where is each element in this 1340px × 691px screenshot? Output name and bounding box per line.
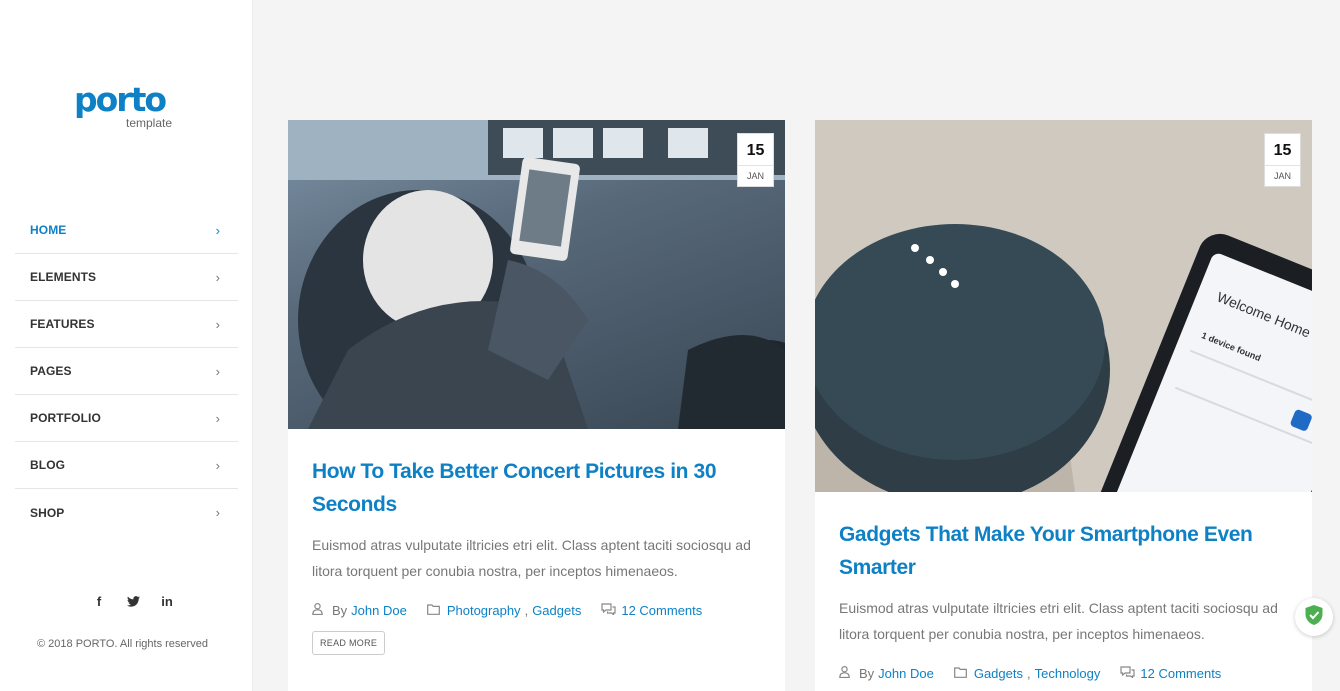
- post-meta: By John Doe Photography, Gadgets 12 Comm…: [312, 603, 761, 618]
- user-icon: [312, 603, 326, 618]
- category-separator: ,: [1026, 666, 1031, 681]
- author-link[interactable]: John Doe: [351, 603, 407, 618]
- nav-item-label: ELEMENTS: [30, 270, 97, 284]
- linkedin-icon[interactable]: in: [160, 592, 174, 610]
- nav-item-home[interactable]: HOME ›: [15, 207, 238, 254]
- blog-main: 15 JAN How To Take Better Concert Pictur…: [254, 0, 1340, 691]
- security-shield-button[interactable]: [1295, 598, 1333, 636]
- comments-icon: [601, 603, 616, 618]
- post-image-gadgets[interactable]: Welcome Home 1 device found 15 JAN: [815, 120, 1312, 492]
- comments-icon: [1120, 666, 1135, 681]
- date-month: JAN: [1265, 165, 1300, 186]
- post-excerpt: Euismod atras vulputate iltricies etri e…: [839, 600, 1278, 642]
- chevron-right-icon: ›: [215, 222, 220, 238]
- category-link[interactable]: Photography: [447, 603, 521, 618]
- nav-item-label: PORTFOLIO: [30, 411, 101, 425]
- folder-icon: [426, 603, 441, 618]
- nav-item-label: HOME: [30, 223, 67, 237]
- nav-item-shop[interactable]: SHOP ›: [15, 489, 238, 536]
- post-title[interactable]: Gadgets That Make Your Smartphone Even S…: [839, 518, 1288, 584]
- facebook-icon[interactable]: f: [92, 592, 106, 610]
- twitter-icon[interactable]: [126, 592, 140, 610]
- nav-item-portfolio[interactable]: PORTFOLIO ›: [15, 395, 238, 442]
- logo-subtitle: template: [126, 116, 173, 130]
- social-links: f in: [92, 592, 174, 610]
- nav-item-elements[interactable]: ELEMENTS ›: [15, 254, 238, 301]
- comments-link[interactable]: 12 Comments: [1140, 666, 1221, 681]
- comments-link[interactable]: 12 Comments: [621, 603, 702, 618]
- porto-logo[interactable]: porto template: [74, 80, 184, 132]
- post-meta: By John Doe Gadgets, Technology 12 Comme…: [839, 666, 1288, 681]
- nav-item-label: FEATURES: [30, 317, 95, 331]
- nav-item-label: PAGES: [30, 364, 72, 378]
- post-title[interactable]: How To Take Better Concert Pictures in 3…: [312, 455, 761, 521]
- date-day: 15: [746, 142, 765, 159]
- post-card: Welcome Home 1 device found 15 JAN Gadge…: [815, 120, 1312, 691]
- post-body: How To Take Better Concert Pictures in 3…: [288, 429, 785, 655]
- nav-item-pages[interactable]: PAGES ›: [15, 348, 238, 395]
- date-month: JAN: [738, 165, 773, 186]
- date-badge: 15 JAN: [737, 133, 774, 187]
- category-link[interactable]: Gadgets: [974, 666, 1023, 681]
- post-excerpt: Euismod atras vulputate iltricies etri e…: [312, 537, 751, 579]
- meta-by: By: [859, 666, 875, 681]
- author-link[interactable]: John Doe: [878, 666, 934, 681]
- copyright-text: © 2018 PORTO. All rights reserved: [37, 638, 208, 650]
- date-day: 15: [1273, 142, 1292, 159]
- category-link[interactable]: Gadgets: [532, 603, 581, 618]
- post-card: 15 JAN How To Take Better Concert Pictur…: [288, 120, 785, 691]
- chevron-right-icon: ›: [215, 505, 220, 520]
- folder-icon: [953, 666, 968, 681]
- nav-item-label: BLOG: [30, 458, 66, 472]
- sidebar: porto template HOME › ELEMENTS › FEATURE…: [0, 0, 253, 691]
- post-body: Gadgets That Make Your Smartphone Even S…: [815, 492, 1312, 681]
- nav-item-blog[interactable]: BLOG ›: [15, 442, 238, 489]
- main-nav: HOME › ELEMENTS › FEATURES › PAGES › POR…: [15, 207, 238, 536]
- category-link[interactable]: Technology: [1035, 666, 1101, 681]
- meta-by: By: [332, 603, 348, 618]
- logo-wordmark: porto: [74, 80, 167, 119]
- category-separator: ,: [524, 603, 529, 618]
- nav-item-label: SHOP: [30, 505, 65, 520]
- nav-item-features[interactable]: FEATURES ›: [15, 301, 238, 348]
- chevron-right-icon: ›: [215, 363, 220, 379]
- chevron-right-icon: ›: [215, 457, 220, 473]
- shield-check-icon: [1304, 604, 1324, 631]
- date-badge: 15 JAN: [1264, 133, 1301, 187]
- read-more-button[interactable]: READ MORE: [312, 631, 386, 655]
- user-icon: [839, 666, 853, 681]
- chevron-right-icon: ›: [215, 269, 220, 285]
- post-image-concert[interactable]: 15 JAN: [288, 120, 785, 429]
- chevron-right-icon: ›: [215, 410, 220, 426]
- chevron-right-icon: ›: [215, 316, 220, 332]
